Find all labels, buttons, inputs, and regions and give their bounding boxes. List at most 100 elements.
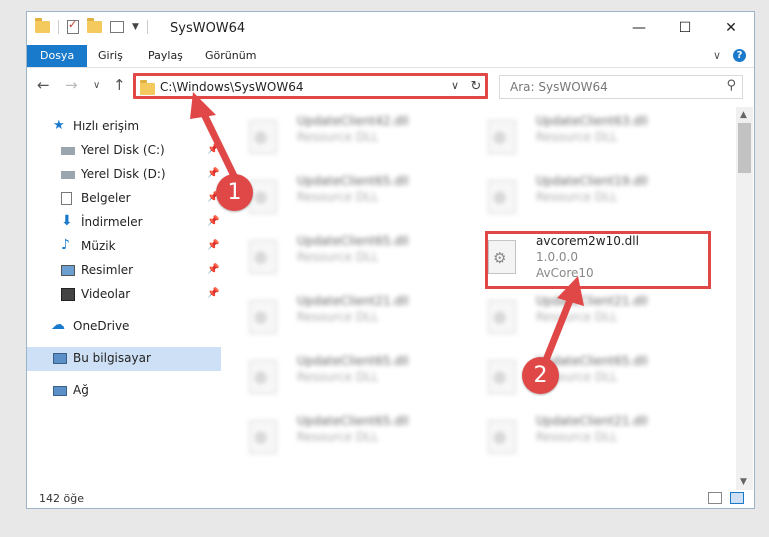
window-title: SysWOW64 [170,21,246,36]
view-options-icon[interactable] [110,21,124,33]
new-folder-icon[interactable] [87,18,102,33]
step-marker-1: 1 [216,174,253,211]
sidebar-item-network[interactable]: Ağ [27,379,221,403]
forward-button[interactable]: → [65,76,78,94]
search-box[interactable]: Ara: SysWOW64 ⚲ [499,75,743,99]
file-tile[interactable]: UpdateClient65.dll Resource DLL [249,354,479,400]
star-icon: ★ [53,118,65,133]
file-tile[interactable]: UpdateClient21.dll Resource DLL [488,294,718,340]
sidebar-item-music[interactable]: ♪ Müzik 📌 [27,235,221,259]
help-icon[interactable]: ? [733,49,746,62]
sidebar-item-quick-access[interactable]: ★ Hızlı erişim [27,115,221,139]
tab-dosya[interactable]: Dosya [27,45,88,67]
up-button[interactable]: ↑ [113,76,126,94]
properties-icon[interactable] [67,18,79,34]
recent-locations-button[interactable]: ∨ [93,80,100,91]
file-tile[interactable]: UpdateClient21.dll Resource DLL [249,294,479,340]
tab-giris[interactable]: Giriş [98,45,123,67]
file-description: Resource DLL [536,310,618,324]
cloud-icon: ☁ [51,317,65,333]
file-tile[interactable]: UpdateClient65.dll Resource DLL [249,174,479,220]
tiles-view-icon[interactable] [730,492,744,504]
videos-icon [61,288,75,301]
file-tile[interactable]: UpdateClient19.dll Resource DLL [488,174,718,220]
title-bar: ▼ SysWOW64 — ☐ ✕ [27,12,754,45]
vertical-scrollbar[interactable]: ▲ ▼ [736,107,753,490]
status-bar: 142 öğe [27,490,754,508]
sidebar-item-this-pc[interactable]: Bu bilgisayar [27,347,221,371]
dll-file-icon [249,120,277,154]
sidebar-item-label: Müzik [81,239,116,253]
sidebar-item-label: Resimler [81,263,134,277]
pin-icon[interactable]: 📌 [207,288,219,299]
pictures-icon [61,265,75,276]
tab-gorunum[interactable]: Görünüm [205,45,256,67]
file-list: UpdateClient42.dll Resource DLL UpdateCl… [222,107,736,487]
toolbar-separator [58,20,59,34]
sidebar-item-drive-d[interactable]: Yerel Disk (D:) 📌 [27,163,221,187]
sidebar-item-downloads[interactable]: ⬇ İndirmeler 📌 [27,211,221,235]
file-highlight [485,231,711,289]
file-description: Resource DLL [536,130,618,144]
search-icon[interactable]: ⚲ [726,78,736,93]
file-description: Resource DLL [297,190,379,204]
sidebar-item-videos[interactable]: Videolar 📌 [27,283,221,307]
computer-icon [53,353,67,364]
file-tile[interactable]: UpdateClient42.dll Resource DLL [249,114,479,160]
file-tile[interactable]: UpdateClient65.dll Resource DLL [249,414,479,460]
customize-dropdown-icon[interactable]: ▼ [132,22,139,32]
scroll-thumb[interactable] [738,123,751,173]
toolbar-separator [146,20,148,34]
sidebar-item-label: Bu bilgisayar [73,351,151,365]
sidebar-item-label: OneDrive [73,319,130,333]
sidebar-item-label: Ağ [73,383,89,397]
file-name: UpdateClient21.dll [297,294,409,308]
file-tile[interactable]: UpdateClient65.dll Resource DLL [249,234,479,280]
dll-file-icon [488,360,516,394]
sidebar-item-label: Videolar [81,287,131,301]
folder-icon[interactable] [35,18,50,33]
file-name: UpdateClient21.dll [536,294,648,308]
search-input[interactable]: Ara: SysWOW64 [510,80,608,94]
file-name: UpdateClient42.dll [297,114,409,128]
sidebar-item-onedrive[interactable]: ☁ OneDrive [27,315,221,339]
file-description: Resource DLL [297,370,379,384]
details-view-icon[interactable] [708,492,722,504]
pin-icon[interactable]: 📌 [207,168,219,179]
sidebar-item-label: Hızlı erişim [73,119,140,133]
file-tile[interactable]: UpdateClient63.dll Resource DLL [488,114,718,160]
file-tile[interactable]: UpdateClient21.dll Resource DLL [488,414,718,460]
pin-icon[interactable]: 📌 [207,216,219,227]
file-description: Resource DLL [536,430,618,444]
download-icon: ⬇ [61,213,73,229]
scroll-up-icon[interactable]: ▲ [740,110,747,120]
sidebar-item-pictures[interactable]: Resimler 📌 [27,259,221,283]
minimize-button[interactable]: — [616,12,662,45]
dll-file-icon [488,420,516,454]
file-description: Resource DLL [297,250,379,264]
item-count: 142 öğe [39,492,84,505]
tab-paylas[interactable]: Paylaş [148,45,183,67]
dll-file-icon [488,120,516,154]
documents-icon [61,192,72,205]
file-description: Resource DLL [536,190,618,204]
maximize-button[interactable]: ☐ [662,12,708,45]
file-description: Resource DLL [297,310,379,324]
close-button[interactable]: ✕ [708,12,754,45]
dll-file-icon [488,300,516,334]
file-name: UpdateClient21.dll [536,414,648,428]
pin-icon[interactable]: 📌 [207,240,219,251]
scroll-down-icon[interactable]: ▼ [740,477,747,487]
network-icon [53,386,67,396]
sidebar-item-documents[interactable]: Belgeler 📌 [27,187,221,211]
sidebar-item-drive-c[interactable]: Yerel Disk (C:) 📌 [27,139,221,163]
file-name: UpdateClient65.dll [297,174,409,188]
pin-icon[interactable]: 📌 [207,144,219,155]
ribbon-tabs: Dosya Giriş Paylaş Görünüm ∨ ? [27,45,754,68]
dll-file-icon [249,360,277,394]
pin-icon[interactable]: 📌 [207,264,219,275]
back-button[interactable]: ← [37,76,50,94]
music-icon: ♪ [61,237,70,253]
navigation-pane: ★ Hızlı erişim Yerel Disk (C:) 📌 Yerel D… [27,107,221,487]
expand-ribbon-icon[interactable]: ∨ [713,49,721,62]
